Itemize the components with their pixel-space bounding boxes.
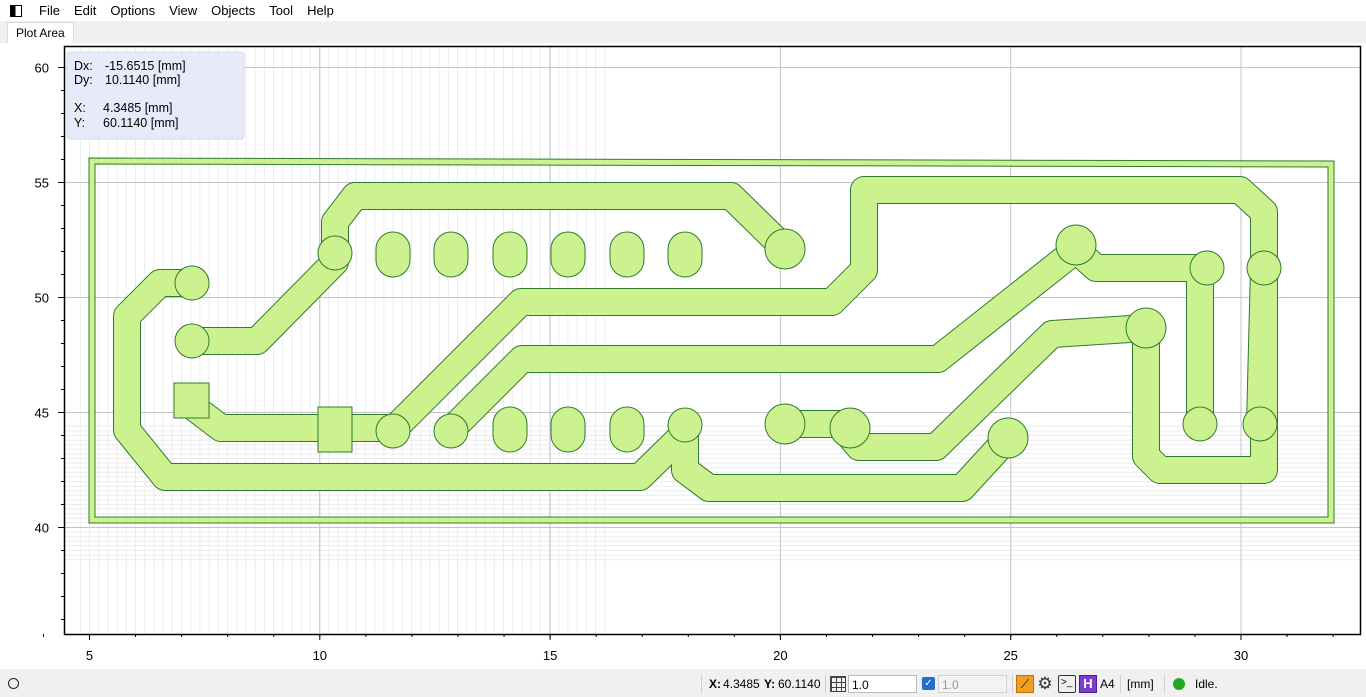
info-dx-value: -15.6515 [mm]	[105, 59, 186, 73]
x-tick-label: 10	[313, 648, 327, 663]
pad-round-11[interactable]	[1055, 224, 1097, 266]
grid-snap-icon[interactable]	[830, 676, 846, 692]
y-tick-label: 45	[35, 406, 49, 421]
separator	[825, 675, 826, 693]
x-tick-label: 25	[1003, 648, 1017, 663]
pad-oval-top-6[interactable]	[667, 231, 703, 278]
x-tick-label: 30	[1234, 648, 1248, 663]
pad-round-1[interactable]	[174, 265, 210, 301]
menu-help[interactable]: Help	[300, 0, 341, 21]
app-menu-icon[interactable]	[10, 4, 22, 17]
status-x-value: 4.3485	[723, 677, 760, 691]
info-x-value: 4.3485 [mm]	[103, 101, 172, 115]
hud-toggle-icon[interactable]: H	[1079, 675, 1097, 693]
status-y-value: 60.1140	[778, 677, 821, 691]
pad-round-3[interactable]	[317, 235, 353, 271]
settings-gear-icon[interactable]: ⚙	[1036, 675, 1054, 693]
menu-tool[interactable]: Tool	[262, 0, 300, 21]
terminal-icon[interactable]: >_	[1058, 675, 1076, 693]
status-indicator-icon[interactable]	[8, 678, 19, 689]
pad-oval-bottom-3[interactable]	[609, 406, 645, 453]
pad-square-2[interactable]	[317, 406, 353, 453]
snap-checkbox[interactable]: ✓	[922, 677, 935, 690]
pad-round-10[interactable]	[987, 417, 1029, 459]
x-axis: 51015202530354045505560	[42, 634, 1334, 663]
info-y-value: 60.1140 [mm]	[103, 116, 179, 130]
status-y-label: Y:	[764, 677, 776, 691]
menu-objects[interactable]: Objects	[204, 0, 262, 21]
tab-plot-area[interactable]: Plot Area	[7, 22, 74, 44]
grid-size-input[interactable]: 1.0	[848, 675, 917, 693]
menu-file[interactable]: File	[32, 0, 67, 21]
info-dy-label: Dy:	[74, 73, 93, 87]
separator	[1164, 675, 1165, 693]
pad-oval-bottom-1[interactable]	[492, 406, 528, 453]
axis-toggle-icon[interactable]: ⟋	[1016, 675, 1034, 693]
pad-round-15[interactable]	[1246, 250, 1282, 286]
pad-round-16[interactable]	[1242, 406, 1278, 442]
pad-oval-top-1[interactable]	[375, 231, 411, 278]
page-size-label[interactable]: A4	[1100, 676, 1115, 692]
pad-round-6[interactable]	[667, 407, 703, 443]
pad-round-12[interactable]	[1125, 307, 1167, 349]
pad-round-9[interactable]	[829, 407, 871, 449]
pad-round-7[interactable]	[764, 228, 806, 270]
status-x-label: X:	[709, 677, 721, 691]
pad-round-5[interactable]	[433, 413, 469, 449]
menu-view[interactable]: View	[162, 0, 204, 21]
info-x-label: X:	[74, 101, 86, 115]
info-dy-value: 10.1140 [mm]	[105, 73, 181, 87]
pad-round-13[interactable]	[1189, 250, 1225, 286]
pad-oval-top-2[interactable]	[433, 231, 469, 278]
status-state-text: Idle.	[1195, 677, 1218, 691]
menu-edit[interactable]: Edit	[67, 0, 103, 21]
info-dx-label: Dx:	[74, 59, 93, 73]
tab-bar: Plot Area	[0, 21, 1366, 44]
pad-round-4[interactable]	[375, 413, 411, 449]
x-tick-label: 20	[773, 648, 787, 663]
pad-round-14[interactable]	[1182, 406, 1218, 442]
y-tick-label: 40	[35, 521, 49, 536]
plot-canvas[interactable]: 51015202530354045505560 6055504540 Dx: -…	[0, 43, 1366, 669]
y-axis: 60 55 50 45 40	[35, 61, 65, 620]
snap-distance-input[interactable]: 1.0	[938, 675, 1007, 693]
y-tick-label: 50	[35, 291, 49, 306]
pad-oval-top-5[interactable]	[609, 231, 645, 278]
pad-round-2[interactable]	[174, 323, 210, 359]
pad-oval-top-4[interactable]	[550, 231, 586, 278]
separator	[701, 675, 702, 693]
pad-oval-bottom-2[interactable]	[550, 406, 586, 453]
pad-round-8[interactable]	[764, 403, 806, 445]
x-tick-label: 5	[86, 648, 93, 663]
menu-options[interactable]: Options	[103, 0, 162, 21]
y-tick-label: 55	[35, 176, 49, 191]
separator	[1120, 675, 1121, 693]
idle-status-icon	[1173, 678, 1185, 690]
x-tick-label: 15	[543, 648, 557, 663]
separator	[1012, 675, 1013, 693]
pad-oval-top-3[interactable]	[492, 231, 528, 278]
units-label[interactable]: [mm]	[1127, 676, 1154, 692]
y-tick-label: 60	[35, 61, 49, 76]
pad-square-1[interactable]	[173, 382, 210, 419]
menu-bar: File Edit Options View Objects Tool Help	[0, 0, 1366, 21]
status-bar: X: 4.3485 Y: 60.1140 1.0 ✓ 1.0 ⟋ ⚙ >_ H …	[0, 671, 1366, 697]
info-y-label: Y:	[74, 116, 85, 130]
